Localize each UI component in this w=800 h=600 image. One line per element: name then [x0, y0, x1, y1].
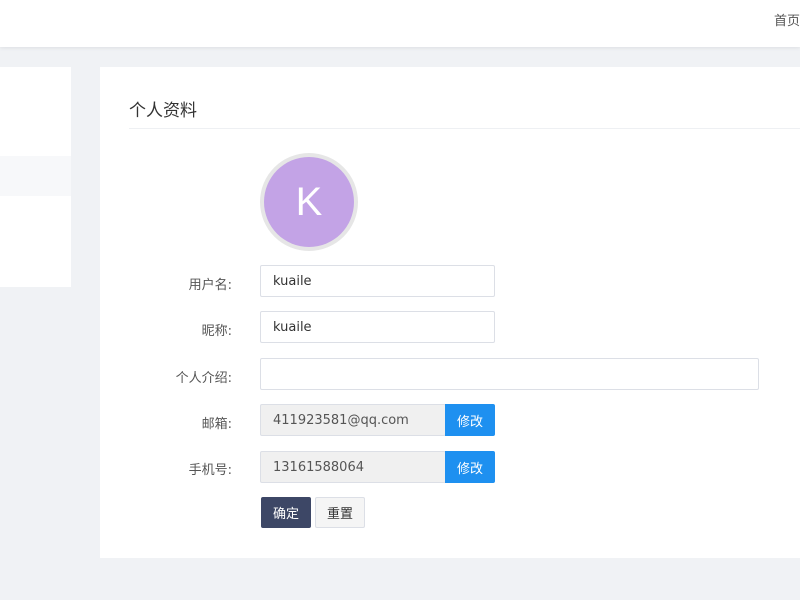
reset-button[interactable]: 重置	[315, 497, 365, 528]
nickname-label: 昵称:	[201, 324, 232, 339]
email-label: 邮箱:	[201, 417, 232, 432]
bio-field[interactable]	[260, 358, 759, 390]
confirm-button[interactable]: 确定	[261, 497, 311, 528]
title-divider	[129, 128, 800, 129]
username-label: 用户名:	[188, 278, 232, 293]
phone-field: 13161588064	[260, 451, 446, 483]
sidebar-item-active[interactable]	[0, 156, 71, 196]
bio-label: 个人介绍:	[175, 371, 232, 386]
phone-label: 手机号:	[188, 463, 232, 478]
sidebar-menu	[0, 67, 71, 287]
page-title: 个人资料	[129, 101, 197, 121]
edit-email-button[interactable]: 修改	[445, 404, 495, 436]
username-field[interactable]: kuaile	[260, 265, 495, 297]
top-navbar: 首页	[0, 0, 800, 47]
edit-phone-button[interactable]: 修改	[445, 451, 495, 483]
home-link[interactable]: 首页	[774, 10, 800, 29]
email-field: 411923581@qq.com	[260, 404, 446, 436]
avatar-letter: K	[264, 157, 354, 247]
nickname-field[interactable]: kuaile	[260, 311, 495, 343]
avatar[interactable]: K	[260, 153, 358, 251]
profile-card: 个人资料 K 用户名: kuaile 昵称: kuaile 个人介绍: 邮箱: …	[100, 67, 800, 558]
